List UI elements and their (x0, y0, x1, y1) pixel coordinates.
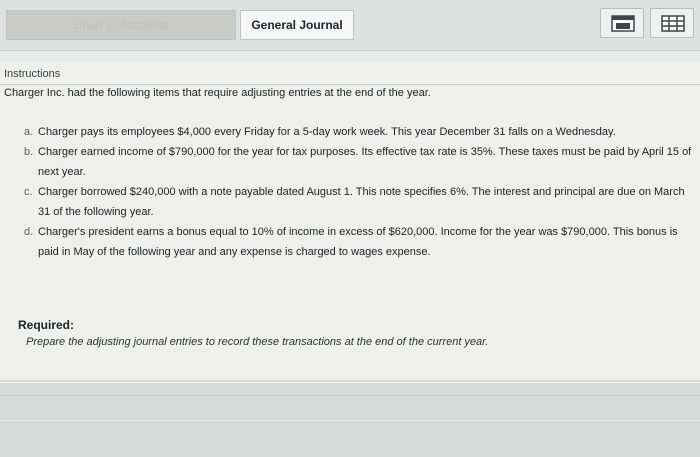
item-text: Charger borrowed $240,000 with a note pa… (38, 186, 685, 218)
divider (0, 382, 700, 383)
divider (0, 84, 700, 85)
calendar-icon (611, 15, 635, 32)
tab-chart-of-accounts[interactable]: Chart of Accounts (6, 10, 236, 40)
list-item: d. Charger's president earns a bonus equ… (24, 222, 696, 262)
required-text: Prepare the adjusting journal entries to… (26, 336, 489, 348)
top-toolbar: Chart of Accounts General Journal (0, 0, 700, 51)
list-item: a. Charger pays its employees $4,000 eve… (24, 122, 696, 142)
list-item: b. Charger earned income of $790,000 for… (24, 142, 696, 182)
item-letter: c. (24, 186, 33, 198)
instructions-intro: Charger Inc. had the following items tha… (4, 87, 431, 99)
bottom-panel (0, 380, 700, 457)
instructions-panel: Instructions Charger Inc. had the follow… (0, 62, 700, 380)
instructions-heading: Instructions (4, 68, 61, 80)
grid-icon (661, 15, 685, 32)
item-letter: d. (24, 226, 34, 238)
item-text: Charger earned income of $790,000 for th… (38, 146, 692, 178)
item-letter: a. (24, 126, 34, 138)
list-item: c. Charger borrowed $240,000 with a note… (24, 182, 696, 222)
required-label: Required: (18, 318, 75, 332)
calendar-button[interactable] (600, 8, 644, 38)
divider (0, 395, 700, 396)
item-text: Charger's president earns a bonus equal … (38, 226, 678, 258)
item-letter: b. (24, 146, 34, 158)
grid-button[interactable] (650, 8, 694, 38)
adjusting-items-list: a. Charger pays its employees $4,000 eve… (24, 122, 696, 262)
divider (0, 420, 700, 421)
item-text: Charger pays its employees $4,000 every … (38, 126, 616, 138)
tab-general-journal[interactable]: General Journal (240, 10, 354, 40)
